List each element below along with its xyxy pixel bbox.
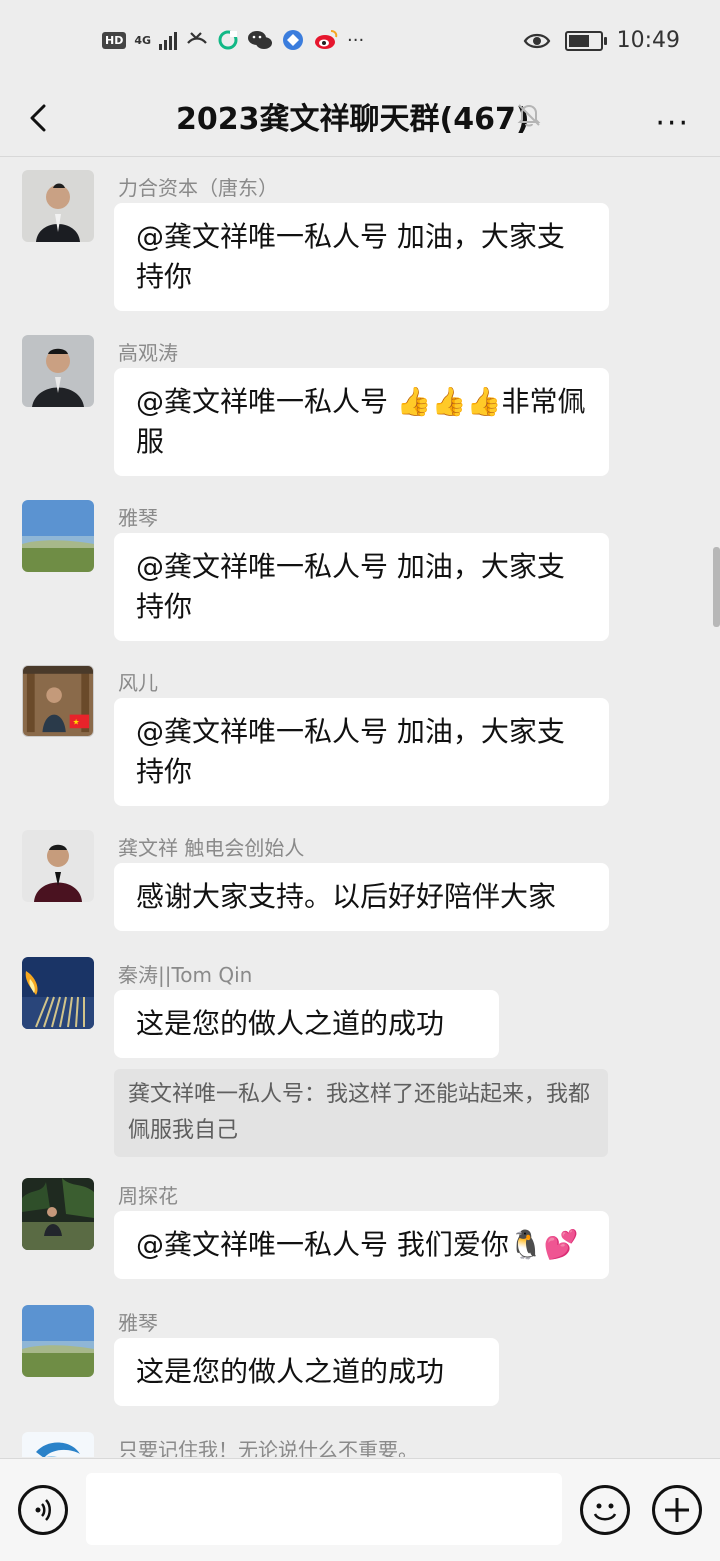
avatar[interactable] bbox=[22, 1305, 94, 1377]
hd-icon: HD bbox=[102, 31, 127, 49]
quoted-message[interactable]: 龚文祥唯一私人号：我这样了还能站起来，我都佩服我自己 bbox=[114, 1069, 608, 1157]
wechat-icon bbox=[248, 31, 273, 49]
missed-call-icon bbox=[187, 32, 207, 44]
sender-name: 秦涛||Tom Qin bbox=[118, 963, 253, 987]
sender-name: 龚文祥 触电会创始人 bbox=[118, 836, 305, 860]
avatar[interactable] bbox=[22, 335, 94, 407]
status-bar: HD 4G ··· 10:49 bbox=[0, 0, 720, 84]
battery-icon bbox=[564, 30, 607, 51]
eye-icon bbox=[523, 33, 550, 48]
more-notifications-icon: ··· bbox=[347, 29, 365, 51]
avatar[interactable] bbox=[22, 1178, 94, 1250]
message-bubble[interactable]: @龚文祥唯一私人号 我们爱你🐧💕 bbox=[114, 1211, 609, 1279]
sender-name: 雅琴 bbox=[118, 1311, 158, 1335]
message-bubble[interactable]: @龚文祥唯一私人号 加油，大家支持你 bbox=[114, 698, 609, 806]
avatar[interactable] bbox=[22, 170, 94, 242]
voice-icon[interactable] bbox=[18, 1485, 68, 1535]
message-list: 力合资本（唐东） @龚文祥唯一私人号 加油，大家支持你 高观涛 @龚文祥唯一私人… bbox=[0, 157, 720, 1457]
message-bubble[interactable]: 这是您的做人之道的成功 bbox=[114, 1338, 499, 1406]
network-label: 4G bbox=[134, 33, 152, 47]
sender-name: 周探花 bbox=[118, 1184, 178, 1208]
svg-text:★: ★ bbox=[73, 717, 80, 726]
avatar[interactable] bbox=[22, 1432, 94, 1457]
sender-name: 雅琴 bbox=[118, 506, 158, 530]
plus-icon[interactable] bbox=[652, 1485, 702, 1535]
mute-bell-icon bbox=[517, 104, 541, 127]
chat-title: 2023龚文祥聊天群(467) bbox=[176, 102, 530, 137]
status-time: 10:49 bbox=[616, 28, 680, 53]
message-bubble[interactable]: @龚文祥唯一私人号 加油，大家支持你 bbox=[114, 533, 609, 641]
back-icon[interactable] bbox=[22, 98, 62, 138]
weibo-icon bbox=[315, 30, 338, 49]
avatar[interactable]: ★ bbox=[22, 665, 94, 737]
message-bubble[interactable]: @龚文祥唯一私人号 👍👍👍非常佩服 bbox=[114, 368, 609, 476]
message-bubble[interactable]: 这是您的做人之道的成功 bbox=[114, 990, 499, 1058]
avatar[interactable] bbox=[22, 830, 94, 902]
signal-icon bbox=[159, 30, 178, 50]
sender-name: 只要记住我！无论说什么不重要。 bbox=[118, 1438, 418, 1457]
sender-name: 风儿 bbox=[118, 671, 158, 695]
browser-icon bbox=[283, 30, 304, 50]
sender-name: 高观涛 bbox=[118, 341, 178, 365]
sender-name: 力合资本（唐东） bbox=[118, 176, 278, 200]
status-left: HD 4G ··· bbox=[102, 28, 364, 52]
message-bubble[interactable]: 感谢大家支持。以后好好陪伴大家 bbox=[114, 863, 609, 931]
more-icon[interactable]: ··· bbox=[655, 106, 690, 141]
app-green-icon bbox=[218, 30, 238, 50]
input-bar bbox=[0, 1458, 720, 1561]
avatar[interactable] bbox=[22, 957, 94, 1029]
message-bubble[interactable]: @龚文祥唯一私人号 加油，大家支持你 bbox=[114, 203, 609, 311]
emoji-icon[interactable] bbox=[580, 1485, 630, 1535]
message-input[interactable] bbox=[86, 1473, 562, 1545]
avatar[interactable] bbox=[22, 500, 94, 572]
chat-header: 2023龚文祥聊天群(467) ··· bbox=[0, 84, 720, 157]
scrollbar[interactable] bbox=[713, 547, 720, 627]
status-right: 10:49 bbox=[523, 28, 680, 53]
